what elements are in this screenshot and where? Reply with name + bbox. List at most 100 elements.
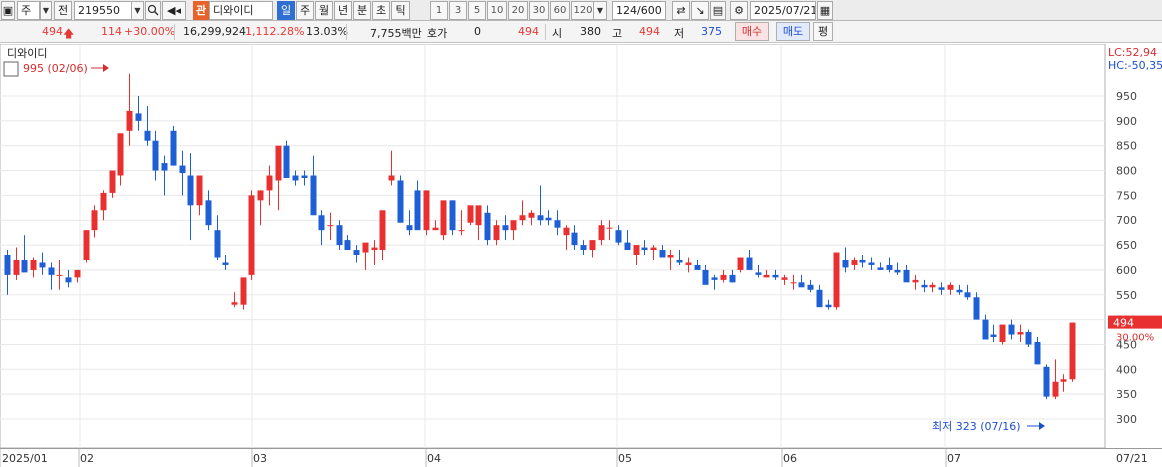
- candle-body: [825, 304, 832, 308]
- candle-body: [1043, 366, 1050, 397]
- period-week[interactable]: 주: [296, 1, 314, 20]
- hc-label: HC:-50,35: [1108, 59, 1162, 72]
- high-price: 494: [639, 25, 660, 38]
- minute-button[interactable]: 1: [430, 1, 448, 20]
- candle-body: [4, 255, 11, 275]
- period-tick[interactable]: 틱: [391, 1, 410, 20]
- type-select[interactable]: 주: [17, 1, 40, 20]
- average-button[interactable]: 평: [813, 22, 833, 41]
- quote-value: 0: [474, 25, 481, 38]
- minute-button[interactable]: 120: [571, 1, 595, 20]
- high-label: 고: [612, 27, 623, 40]
- sell-button[interactable]: 매도: [776, 22, 810, 41]
- candle-body: [729, 274, 736, 283]
- chevron-down-icon[interactable]: ▼: [593, 1, 607, 20]
- candle-body: [56, 274, 63, 276]
- candle-body: [1025, 332, 1032, 345]
- x-tick-label: 2025/01: [2, 452, 48, 465]
- stock-code-input[interactable]: 219550: [74, 1, 132, 20]
- candle-body: [344, 240, 351, 251]
- date-input[interactable]: 2025/07/21: [750, 1, 816, 20]
- candle-body: [790, 282, 797, 284]
- window-icon[interactable]: ▣: [1, 1, 15, 20]
- candle-body: [737, 257, 744, 270]
- candle-body: [432, 227, 439, 231]
- minute-button[interactable]: 30: [529, 1, 549, 20]
- candle-body: [292, 175, 299, 181]
- candle-body: [1008, 324, 1015, 335]
- candle-body: [1069, 322, 1076, 380]
- minute-button[interactable]: 20: [508, 1, 528, 20]
- period-year[interactable]: 년: [334, 1, 352, 20]
- period-day[interactable]: 일: [277, 1, 295, 20]
- minute-button[interactable]: 10: [487, 1, 507, 20]
- candle: [1043, 364, 1050, 400]
- minute-button[interactable]: 5: [468, 1, 486, 20]
- current-pct-tag: 30.00%: [1116, 333, 1154, 344]
- plot-area: [0, 44, 1106, 449]
- candle: [397, 175, 404, 223]
- candle-body: [152, 140, 159, 171]
- candle-body: [694, 264, 701, 270]
- compare-icon[interactable]: ⇄: [672, 1, 690, 20]
- candle-body: [702, 269, 709, 285]
- buy-button[interactable]: 매수: [735, 22, 769, 41]
- candle-body: [894, 269, 901, 273]
- toolbar: ▣ 주 ▼ 전 219550 ▼ ◀◂ 관 디와이디 일 주 월 년 분 초 틱…: [0, 0, 1162, 21]
- save-icon[interactable]: ▤: [710, 1, 726, 20]
- candle-body: [659, 250, 666, 258]
- candle-body: [816, 289, 823, 308]
- candle-body: [851, 259, 858, 265]
- calendar-icon[interactable]: [3, 61, 19, 77]
- candle-body: [161, 163, 168, 171]
- calendar-icon[interactable]: ▦: [817, 1, 833, 20]
- candle-body: [676, 259, 683, 263]
- y-tick-label: 850: [1116, 140, 1137, 153]
- candle-body: [467, 205, 474, 223]
- period-month[interactable]: 월: [315, 1, 333, 20]
- candle-body: [921, 284, 928, 288]
- candlestick-chart[interactable]: 3003504004505005506006507007508008509009…: [0, 44, 1162, 449]
- candle-body: [440, 200, 447, 236]
- candle-body: [48, 267, 55, 275]
- candle-body: [510, 220, 517, 231]
- candle-body: [1017, 332, 1024, 335]
- candle-body: [624, 242, 631, 251]
- candle: [170, 125, 177, 166]
- candle-body: [746, 257, 753, 270]
- period-second[interactable]: 초: [372, 1, 390, 20]
- candle-body: [484, 212, 491, 241]
- candle-body: [868, 262, 875, 265]
- period-minute[interactable]: 분: [353, 1, 371, 20]
- data-count-input[interactable]: 124/600: [612, 1, 666, 20]
- candle-body: [397, 180, 404, 223]
- candle-body: [886, 264, 893, 270]
- gear-icon[interactable]: ⚙: [730, 1, 748, 20]
- chevron-down-icon[interactable]: ▼: [40, 1, 52, 20]
- status-badge: 관: [193, 1, 209, 20]
- y-tick-label: 800: [1116, 165, 1137, 178]
- chevron-down-icon[interactable]: ▼: [131, 1, 144, 20]
- candle-body: [833, 252, 840, 308]
- x-tick-label: 06: [783, 452, 797, 465]
- search-icon[interactable]: [145, 1, 161, 20]
- minute-button[interactable]: 60: [550, 1, 570, 20]
- quote-label: 호가: [427, 27, 448, 40]
- candle: [1025, 329, 1032, 347]
- y-tick-label: 700: [1116, 214, 1137, 227]
- candle-body: [187, 175, 194, 206]
- x-tick-label: 04: [427, 452, 441, 465]
- x-tick-label: 07: [947, 452, 961, 465]
- minute-button[interactable]: 3: [449, 1, 467, 20]
- candle-body: [117, 133, 124, 176]
- candle-body: [13, 259, 20, 275]
- min-price-annotation: 최저 323 (07/16): [932, 420, 1021, 433]
- candle-body: [379, 210, 386, 251]
- prefix-button[interactable]: 전: [54, 1, 72, 20]
- x-axis: 2025/01 02 03 04 05 06 07 07/21: [0, 448, 1162, 467]
- candle-body: [615, 230, 622, 243]
- draw-line-icon[interactable]: ↘: [691, 1, 709, 20]
- candle-body: [327, 225, 334, 227]
- candle-body: [83, 230, 90, 260]
- speaker-icon[interactable]: ◀◂: [162, 1, 186, 20]
